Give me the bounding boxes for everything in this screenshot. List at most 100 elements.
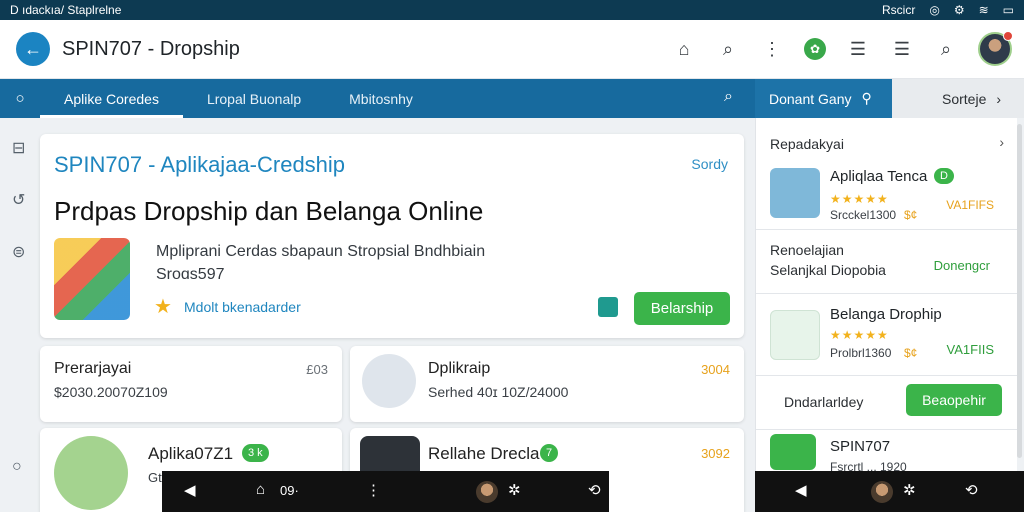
mini-card-number: 3004 bbox=[701, 362, 730, 377]
status-left-text: D ıdackıa/ Staplrelne bbox=[10, 3, 122, 17]
system-nav-bar-right: ◀ ✲ ⟲ bbox=[755, 471, 1024, 512]
nav-time: 09· bbox=[280, 483, 299, 498]
hero-sort-link[interactable]: Sordy bbox=[691, 156, 728, 172]
avatar-small[interactable] bbox=[476, 481, 498, 503]
hero-illustration bbox=[54, 238, 130, 320]
sidebar-section-2: Renoelajian Selanjkal Diopobia Donengcr bbox=[756, 230, 1018, 294]
home-nav-icon[interactable]: ⌂ bbox=[256, 481, 265, 498]
bottom-card-badge: 3 k bbox=[242, 444, 269, 462]
sidebar-app-name[interactable]: SPIN707 bbox=[830, 438, 890, 455]
chevron-right-icon[interactable]: › bbox=[999, 134, 1004, 150]
avatar-small[interactable] bbox=[871, 481, 893, 503]
sort-button[interactable]: Sorteje › bbox=[892, 79, 1024, 118]
back-nav-icon[interactable]: ◀ bbox=[184, 481, 196, 499]
menu-icon[interactable]: ☰ bbox=[890, 37, 914, 61]
hero-description-line2: Sroɑs597 bbox=[156, 266, 225, 283]
sidebar-app-price: VA1FIFS bbox=[946, 198, 994, 212]
sidebar-section-3: Belanga Drophip ★★★★★ Prolbrl1360 $¢ VA1… bbox=[756, 294, 1018, 376]
tab-aplike-coredes[interactable]: Aplike Coredes bbox=[40, 79, 183, 118]
hero-primary-button[interactable]: Belarship bbox=[634, 292, 730, 325]
sidebar-section-5: SPIN707 Fsrcrtl ... 1920 bbox=[756, 430, 1018, 474]
list-icon[interactable]: ☰ bbox=[846, 37, 870, 61]
inbox-icon[interactable]: ⊟ bbox=[12, 138, 25, 158]
location-icon: ◎ bbox=[929, 3, 940, 17]
pipe-icon: ⋮ bbox=[366, 482, 381, 499]
mini-card-1[interactable]: Prerarjayai $2030.20070Z109 £03 bbox=[40, 346, 342, 422]
search-icon-secondary[interactable]: ⌕ bbox=[934, 37, 958, 61]
settings-icon: ⚙ bbox=[953, 3, 965, 17]
refresh-icon[interactable]: ↺ bbox=[12, 190, 25, 210]
hero-description-line1: Mpliprani Cerdas sbapaun Stropsial Bndhb… bbox=[156, 243, 486, 260]
list-circle-icon[interactable]: ⊜ bbox=[12, 242, 25, 262]
app-thumbnail bbox=[362, 354, 416, 408]
sidebar-section-title: Repadakyai bbox=[770, 136, 844, 152]
sort-label: Sorteje bbox=[942, 90, 987, 107]
sidebar-app-name[interactable]: Apliqlaa Tenca bbox=[830, 168, 927, 185]
tab-donant-gany[interactable]: Donant Gany ⚲ bbox=[755, 79, 892, 118]
wifi-icon: ≋ bbox=[978, 3, 989, 17]
sidebar-section-link[interactable]: Donengcr bbox=[934, 258, 990, 273]
compass-icon bbox=[770, 434, 816, 470]
sidebar-app-meta: Srcckel1300 bbox=[830, 208, 897, 222]
circle-icon[interactable]: ○ bbox=[0, 90, 40, 107]
gear-icon[interactable]: ✲ bbox=[508, 481, 521, 499]
sidebar-app-meta: Fsrcrtl ... 1920 bbox=[830, 460, 907, 474]
status-right-text: Rscicr bbox=[882, 3, 916, 17]
chevron-right-icon: › bbox=[996, 90, 1002, 107]
sidebar-app-badge: D bbox=[934, 168, 954, 184]
hero-description: Mpliprani Cerdas sbapaun Stropsial Bndhb… bbox=[156, 240, 485, 286]
app-icon bbox=[770, 168, 820, 218]
rotate-icon[interactable]: ⟲ bbox=[588, 481, 601, 499]
sidebar-app-unit: $¢ bbox=[904, 208, 918, 222]
tab-bar: ○ Aplike Coredes Lropal Buonalp Mbitosnh… bbox=[0, 79, 892, 118]
hero-link[interactable]: Mdolt bkenadarder bbox=[184, 299, 301, 315]
sidebar-app-unit: $¢ bbox=[904, 346, 918, 360]
mini-card-number: £03 bbox=[306, 362, 328, 377]
search-icon-tabbar[interactable]: ⌕ bbox=[724, 88, 733, 106]
tab-donant-gany-label: Donant Gany bbox=[769, 90, 852, 107]
right-sidebar: Repadakyai › Apliqlaa Tenca D ★★★★★ Srcc… bbox=[755, 118, 1018, 474]
sidebar-section-4: Dndarlarldey Beaopehir bbox=[756, 376, 1018, 430]
avatar[interactable] bbox=[978, 31, 1013, 66]
bottom-card-title: Aplika07Z1 bbox=[148, 444, 234, 463]
mini-card-title: Prerarjayai bbox=[54, 360, 132, 377]
back-nav-icon[interactable]: ◀ bbox=[795, 481, 807, 499]
tab-lropal-buonalp[interactable]: Lropal Buonalp bbox=[183, 79, 325, 118]
mini-card-title: Dplikraip bbox=[428, 360, 491, 377]
hero-title: Prdpas Dropship dan Belanga Online bbox=[54, 196, 484, 226]
leaf-icon[interactable]: ✿ bbox=[804, 38, 826, 60]
hero-subtitle: SPIN707 - Aplikajaa-Credship bbox=[54, 152, 346, 177]
status-bar: D ıdackıa/ Staplrelne Rscicr ◎ ⚙ ≋ ▭ bbox=[0, 0, 1024, 20]
back-button[interactable]: ← bbox=[16, 32, 50, 66]
hero-card: SPIN707 - Aplikajaa-Credship Sordy Prdpa… bbox=[40, 134, 744, 338]
pin-icon: ⚲ bbox=[861, 90, 872, 106]
arrow-left-icon: ← bbox=[24, 38, 42, 59]
sidebar-section-1: Repadakyai › Apliqlaa Tenca D ★★★★★ Srcc… bbox=[756, 118, 1018, 230]
star-icon: ★ bbox=[154, 296, 172, 318]
sidebar-app-meta: Prolbrl1360 bbox=[830, 346, 892, 360]
app-bar: ← SPIN707 - Dropship ⌂ ⌕ ⋮ ✿ ☰ ☰ ⌕ bbox=[0, 20, 1024, 79]
sidebar-app-name[interactable]: Belanga Drophip bbox=[830, 306, 942, 323]
mini-card-subtitle: Serhed 40ɪ 10Z/24000 bbox=[428, 384, 569, 400]
notification-dot bbox=[1003, 31, 1013, 41]
location-pin-icon[interactable]: ○ bbox=[12, 458, 22, 476]
app-title: SPIN707 - Dropship bbox=[62, 37, 240, 60]
mini-card-2[interactable]: Dplikraip Serhed 40ɪ 10Z/24000 3004 bbox=[350, 346, 744, 422]
gear-icon[interactable]: ✲ bbox=[903, 481, 916, 499]
rating-stars: ★★★★★ bbox=[830, 328, 889, 342]
search-icon[interactable]: ⌕ bbox=[716, 37, 740, 61]
sidebar-section-subtitle: Selanjkal Diopobia bbox=[770, 262, 886, 278]
more-vert-icon[interactable]: ⋮ bbox=[760, 37, 784, 61]
scrollbar[interactable] bbox=[1017, 124, 1022, 458]
system-nav-bar: ◀ ⌂ 09· ⋮ ✲ ⟲ bbox=[162, 471, 609, 512]
app-icon bbox=[770, 310, 820, 360]
mini-card-subtitle: $2030.20070Z109 bbox=[54, 384, 168, 400]
sidebar-section-title: Renoelajian bbox=[770, 242, 844, 258]
document-icon[interactable] bbox=[598, 297, 618, 317]
sidebar-section-label: Dndarlarldey bbox=[784, 394, 864, 410]
rotate-icon[interactable]: ⟲ bbox=[965, 481, 978, 499]
bottom-card-title: Rellahe Drecla bbox=[428, 444, 540, 463]
sidebar-action-button[interactable]: Beaopehir bbox=[906, 384, 1002, 416]
home-icon[interactable]: ⌂ bbox=[672, 37, 696, 61]
tab-mbitosnhy[interactable]: Mbitosnhy bbox=[325, 79, 437, 118]
